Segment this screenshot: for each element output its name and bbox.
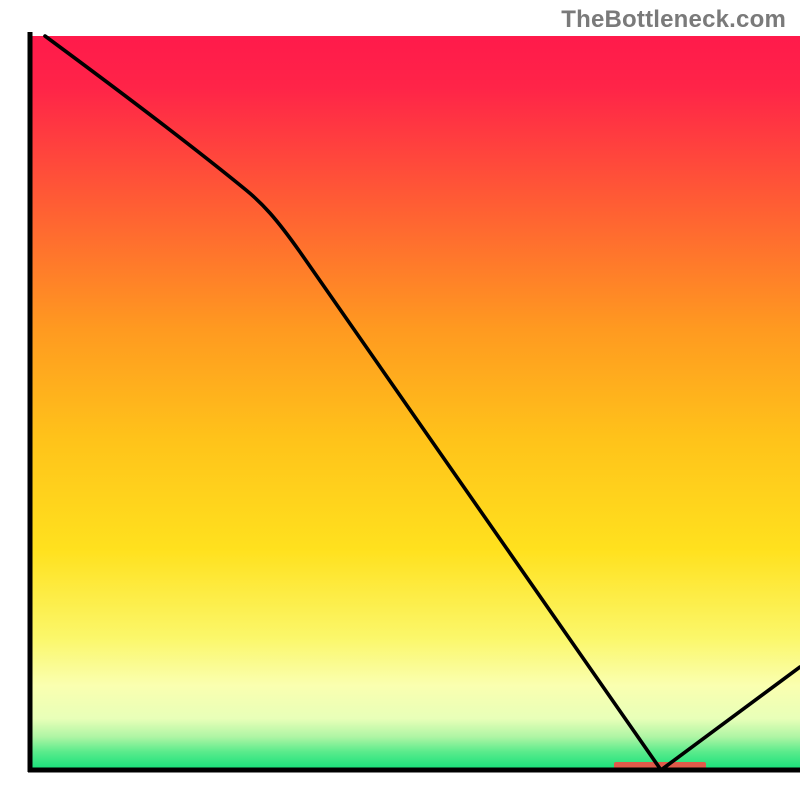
chart-stage: TheBottleneck.com — [0, 0, 800, 800]
bottleneck-chart — [0, 0, 800, 800]
watermark-text: TheBottleneck.com — [561, 6, 786, 34]
plot-background — [30, 36, 800, 770]
